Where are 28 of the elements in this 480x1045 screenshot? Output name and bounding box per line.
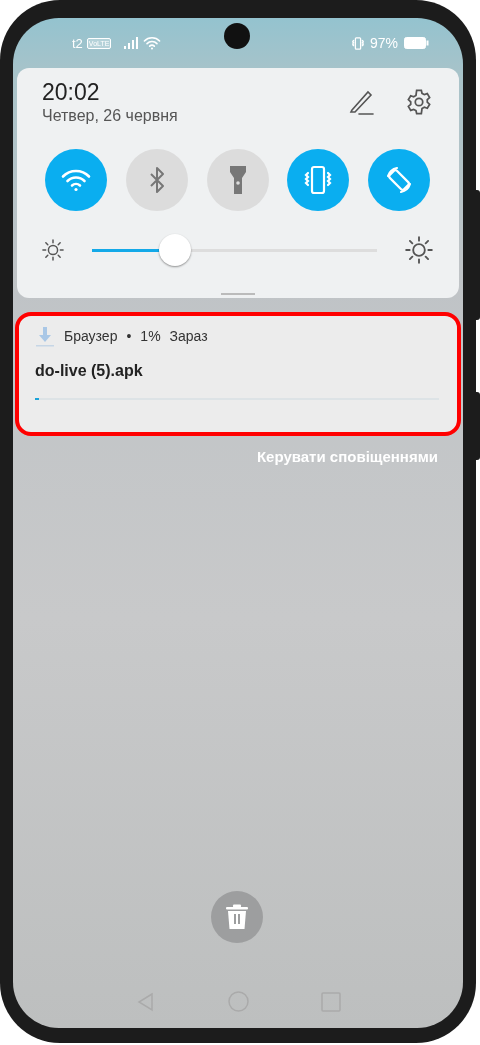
progress-percent: 1% <box>140 328 161 344</box>
clear-all-button[interactable] <box>211 891 263 943</box>
battery-icon <box>404 37 429 49</box>
separator-dot: • <box>126 328 132 344</box>
app-name: Браузер <box>64 328 118 344</box>
notification-time: Зараз <box>169 328 208 344</box>
trash-icon <box>225 904 249 930</box>
wifi-icon <box>61 168 91 192</box>
date-label: Четвер, 26 червня <box>42 106 179 126</box>
bluetooth-icon <box>147 166 166 194</box>
front-camera <box>224 23 250 49</box>
battery-percent: 97% <box>369 35 398 51</box>
brightness-slider[interactable] <box>92 233 377 267</box>
settings-button[interactable] <box>405 88 433 116</box>
vibrate-icon <box>349 36 366 50</box>
brightness-high-icon <box>405 236 433 264</box>
file-name: do-live (5).apk <box>35 361 144 381</box>
flashlight-icon <box>228 165 247 195</box>
rotate-icon <box>384 165 414 195</box>
clock-time: 20:02 <box>42 78 101 106</box>
download-icon <box>35 325 55 347</box>
notification-card[interactable]: Браузер • 1% Зараз do-live (5).apk <box>15 312 461 436</box>
edit-button[interactable] <box>347 88 375 116</box>
carrier-label: t2 <box>72 35 83 51</box>
drag-handle[interactable] <box>220 293 255 295</box>
brightness-low-icon <box>42 239 64 261</box>
signal-icon <box>123 37 140 49</box>
wifi-icon <box>143 36 162 50</box>
